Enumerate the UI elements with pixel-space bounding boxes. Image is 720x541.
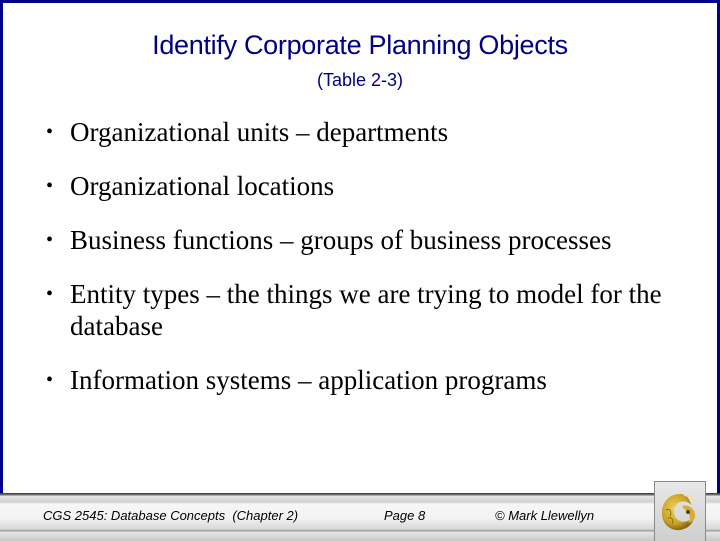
bullet-text: Organizational units – departments: [70, 117, 449, 147]
bullet-text: Information systems – application progra…: [70, 365, 547, 395]
bullet-dot-icon: •: [46, 229, 54, 251]
logo-box: [654, 481, 706, 541]
slide-title: Identify Corporate Planning Objects: [152, 30, 568, 60]
footer-course: CGS 2545: Database Concepts (Chapter 2): [43, 508, 299, 523]
bullet-item: • Organizational locations: [46, 170, 668, 202]
bullet-text: Business functions – groups of business …: [70, 225, 612, 255]
slide-subtitle: (Table 2-3): [316, 70, 404, 90]
footer-bar: CGS 2545: Database Concepts (Chapter 2) …: [0, 493, 720, 541]
bullet-item: • Organizational units – departments: [46, 116, 668, 148]
bullet-dot-icon: •: [46, 175, 54, 197]
pegasus-logo-icon: [661, 494, 696, 531]
bullet-item: • Information systems – application prog…: [46, 364, 668, 396]
bullet-text: Entity types – the things we are trying …: [70, 279, 662, 341]
bullet-text: Organizational locations: [70, 171, 335, 201]
bullet-item: • Entity types – the things we are tryin…: [46, 278, 668, 342]
footer-copyright: © Mark Llewellyn: [495, 508, 595, 523]
slide: Identify Corporate Planning Objects (Tab…: [0, 0, 720, 541]
bullet-dot-icon: •: [46, 283, 54, 305]
bullet-list: • Organizational units – departments • O…: [46, 116, 668, 418]
footer-page-number: Page 8: [384, 508, 426, 523]
bullet-dot-icon: •: [46, 369, 54, 391]
bullet-item: • Business functions – groups of busines…: [46, 224, 668, 256]
bullet-dot-icon: •: [46, 121, 54, 143]
